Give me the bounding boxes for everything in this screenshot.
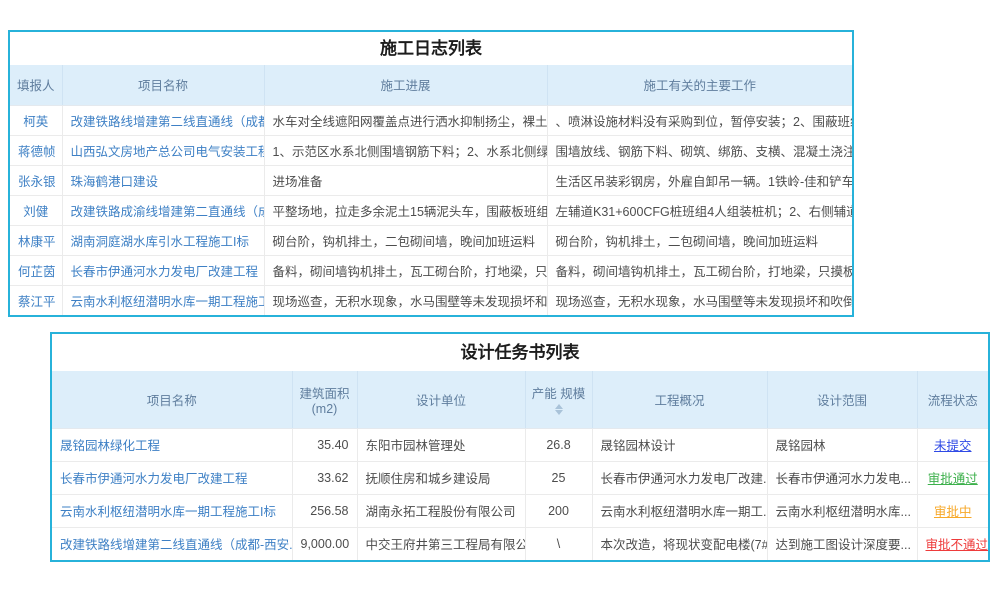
- log-table-row: 柯英 改建铁路线增建第二线直通线（成都-...水车对全线遮阳网覆盖点进行洒水抑制扬…: [10, 105, 852, 135]
- log-table-row: 张永银 珠海鹤港口建设 进场准备生活区吊装彩钢房，外雇自卸吊一辆。1铁岭-佳和铲车一…: [10, 165, 852, 195]
- col-header-reporter: 填报人: [10, 65, 62, 105]
- reporter-link[interactable]: 刘健: [23, 205, 48, 219]
- progress-cell: 1、示范区水系北侧围墙钢筋下料；2、水系北侧绿化...: [264, 135, 547, 165]
- scope-cell: 晟铭园林: [767, 428, 917, 461]
- capacity-cell: 200: [525, 494, 592, 527]
- reporter-link[interactable]: 蔡江平: [18, 295, 56, 309]
- scope-cell: 云南水利枢纽潜明水库...: [767, 494, 917, 527]
- col-header-building-area: 建筑面积 (m2): [292, 371, 357, 428]
- log-table-row: 蔡江平云南水利枢纽潜明水库一期工程施工I标现场巡查，无积水现象，水马围壁等未发现…: [10, 285, 852, 315]
- col-header-project: 项目名称: [62, 65, 264, 105]
- main-work-cell: 生活区吊装彩钢房，外雇自卸吊一辆。1铁岭-佳和铲车一台: [547, 165, 852, 195]
- design-task-title: 设计任务书列表: [52, 334, 988, 371]
- capacity-cell: 25: [525, 461, 592, 494]
- col-header-overview: 工程概况: [592, 371, 767, 428]
- building-area-cell: 256.58: [292, 494, 357, 527]
- project-link[interactable]: 珠海鹤港口建设: [71, 175, 159, 189]
- design-task-grid: 项目名称 建筑面积 (m2) 设计单位 产能 规模 工程概况 设计范围 流程状态…: [52, 371, 988, 560]
- reporter-link[interactable]: 张永银: [18, 175, 56, 189]
- construction-log-table: 施工日志列表 填报人 项目名称 施工进展 施工有关的主要工作 柯英 改建铁路线增建…: [8, 30, 854, 317]
- design-table-row: 长春市伊通河水力发电厂改建工程33.62抚顺住房和城乡建设局25长春市伊通河水力…: [52, 461, 988, 494]
- status-link[interactable]: 审批通过: [928, 472, 978, 486]
- col-header-capacity: 产能 规模: [525, 371, 592, 428]
- log-table-row: 刘健 改建铁路成渝线增建第二直通线（成...平整场地，拉走多余泥土15辆泥头车，围…: [10, 195, 852, 225]
- project-link[interactable]: 改建铁路成渝线增建第二直通线（成...: [71, 205, 265, 219]
- capacity-cell: \: [525, 527, 592, 560]
- main-work-cell: 围墙放线、钢筋下料、砌筑、绑筋、支横、混凝土浇注、清...: [547, 135, 852, 165]
- col-header-design-unit: 设计单位: [357, 371, 525, 428]
- col-header-project-name: 项目名称: [52, 371, 292, 428]
- project-link[interactable]: 改建铁路线增建第二线直通线（成都-西安...: [60, 538, 292, 552]
- progress-cell: 水车对全线遮阳网覆盖点进行洒水抑制扬尘，裸土覆...: [264, 105, 547, 135]
- reporter-link[interactable]: 蒋德帧: [18, 145, 56, 159]
- col-header-status: 流程状态: [917, 371, 988, 428]
- building-area-cell: 33.62: [292, 461, 357, 494]
- log-header-row: 填报人 项目名称 施工进展 施工有关的主要工作: [10, 65, 852, 105]
- log-table-row: 何芷茵长春市伊通河水力发电厂改建工程备料，砌间墙钩机排土，瓦工砌台阶，打地梁，只…: [10, 255, 852, 285]
- main-work-cell: 备料，砌间墙钩机排土，瓦工砌台阶，打地梁，只摸板，砌...: [547, 255, 852, 285]
- design-table-row: 改建铁路线增建第二线直通线（成都-西安...9,000.00中交王府井第三工程局…: [52, 527, 988, 560]
- design-table-row: 晟铭园林绿化工程 35.40东阳市园林管理处26.8晟铭园林设计晟铭园林 未提交: [52, 428, 988, 461]
- progress-cell: 平整场地，拉走多余泥土15辆泥头车，围蔽板班组没...: [264, 195, 547, 225]
- design-header-row: 项目名称 建筑面积 (m2) 设计单位 产能 规模 工程概况 设计范围 流程状态: [52, 371, 988, 428]
- design-unit-cell: 湖南永拓工程股份有限公司: [357, 494, 525, 527]
- project-link[interactable]: 长春市伊通河水力发电厂改建工程: [60, 472, 248, 486]
- project-link[interactable]: 长春市伊通河水力发电厂改建工程: [71, 265, 259, 279]
- reporter-link[interactable]: 柯英: [23, 115, 48, 129]
- main-work-cell: 砌台阶，钩机排土，二包砌间墙，晚间加班运料: [547, 225, 852, 255]
- project-link[interactable]: 云南水利枢纽潜明水库一期工程施工I标: [60, 505, 276, 519]
- scope-cell: 达到施工图设计深度要...: [767, 527, 917, 560]
- design-unit-cell: 中交王府井第三工程局有限公司: [357, 527, 525, 560]
- sort-icon[interactable]: [555, 404, 563, 415]
- capacity-cell: 26.8: [525, 428, 592, 461]
- main-work-cell: 、喷淋设施材料没有采购到位，暂停安装；2、围蔽班组以货...: [547, 105, 852, 135]
- design-unit-cell: 抚顺住房和城乡建设局: [357, 461, 525, 494]
- project-link[interactable]: 湖南洞庭湖水库引水工程施工I标: [71, 235, 249, 249]
- project-link[interactable]: 改建铁路线增建第二线直通线（成都-...: [71, 115, 265, 129]
- progress-cell: 砌台阶，钩机排土，二包砌间墙，晚间加班运料: [264, 225, 547, 255]
- design-unit-cell: 东阳市园林管理处: [357, 428, 525, 461]
- construction-log-title: 施工日志列表: [10, 32, 852, 65]
- reporter-link[interactable]: 何芷茵: [18, 265, 56, 279]
- status-link[interactable]: 审批中: [934, 505, 972, 519]
- design-task-table: 设计任务书列表 项目名称 建筑面积 (m2) 设计单位 产能 规模 工程概况 设…: [50, 332, 990, 562]
- progress-cell: 现场巡查，无积水现象，水马围壁等未发现损坏和吹...: [264, 285, 547, 315]
- col-header-scope: 设计范围: [767, 371, 917, 428]
- log-table-row: 蒋德帧 山西弘文房地产总公司电气安装工程1、示范区水系北侧围墙钢筋下料；2、水系北…: [10, 135, 852, 165]
- col-header-progress: 施工进展: [264, 65, 547, 105]
- building-area-cell: 9,000.00: [292, 527, 357, 560]
- progress-cell: 进场准备: [264, 165, 547, 195]
- overview-cell: 晟铭园林设计: [592, 428, 767, 461]
- status-link[interactable]: 审批不通过: [926, 538, 989, 552]
- main-work-cell: 现场巡查，无积水现象，水马围壁等未发现损坏和吹倒现象 ...: [547, 285, 852, 315]
- main-work-cell: 左辅道K31+600CFG桩班组4人组装桩机；2、右侧辅道拼宽...: [547, 195, 852, 225]
- project-link[interactable]: 云南水利枢纽潜明水库一期工程施工I标: [71, 295, 265, 309]
- scope-cell: 长春市伊通河水力发电...: [767, 461, 917, 494]
- construction-log-grid: 填报人 项目名称 施工进展 施工有关的主要工作 柯英 改建铁路线增建第二线直通线（…: [10, 65, 852, 315]
- overview-cell: 本次改造，将现状变配电楼(7#...: [592, 527, 767, 560]
- overview-cell: 长春市伊通河水力发电厂改建...: [592, 461, 767, 494]
- log-table-row: 林康平 湖南洞庭湖水库引水工程施工I标 砌台阶，钩机排土，二包砌间墙，晚间加班运料砌…: [10, 225, 852, 255]
- overview-cell: 云南水利枢纽潜明水库一期工...: [592, 494, 767, 527]
- col-header-main-work: 施工有关的主要工作: [547, 65, 852, 105]
- capacity-header-label: 产能 规模: [532, 387, 585, 401]
- building-area-cell: 35.40: [292, 428, 357, 461]
- project-link[interactable]: 晟铭园林绿化工程: [60, 439, 160, 453]
- project-link[interactable]: 山西弘文房地产总公司电气安装工程: [71, 145, 265, 159]
- status-link[interactable]: 未提交: [934, 439, 972, 453]
- progress-cell: 备料，砌间墙钩机排土，瓦工砌台阶，打地梁，只摸...: [264, 255, 547, 285]
- design-table-row: 云南水利枢纽潜明水库一期工程施工I标256.58湖南永拓工程股份有限公司200云…: [52, 494, 988, 527]
- reporter-link[interactable]: 林康平: [18, 235, 56, 249]
